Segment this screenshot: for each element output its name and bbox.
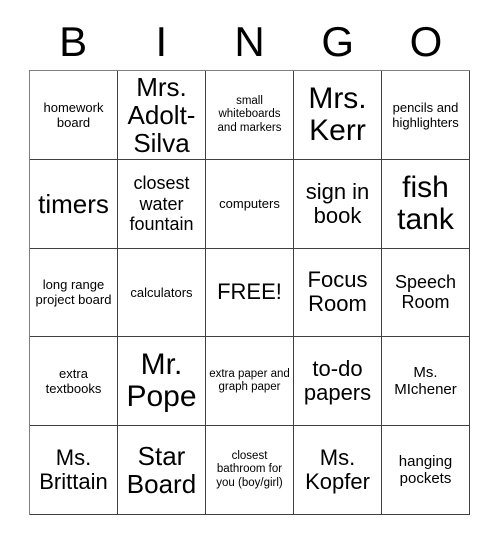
bingo-cell-label: closest bathroom for you (boy/girl) (216, 449, 283, 489)
bingo-cell-free-space[interactable]: FREE! (206, 248, 294, 338)
bingo-cell-r2c3[interactable]: computers (206, 159, 294, 249)
bingo-cell-r3c5[interactable]: Speech Room (382, 248, 470, 338)
bingo-cell-label: hanging pockets (398, 453, 453, 488)
bingo-cell-r2c4[interactable]: sign in book (294, 159, 382, 249)
bingo-cell-label: pencils and highlighters (392, 99, 459, 130)
bingo-cell-label: Mr. Pope (126, 348, 197, 414)
bingo-cell-label: Mrs. Kerr (308, 82, 367, 147)
bingo-cell-label: Ms. Brittain (39, 444, 108, 495)
bingo-cell-label: homework board (43, 99, 104, 130)
bingo-cell-r1c3[interactable]: small whiteboards and markers (206, 71, 294, 160)
bingo-cell-r2c1[interactable]: timers (30, 159, 118, 249)
bingo-cell-label: Mrs. Adolt-Silva (127, 71, 196, 158)
bingo-card: B I N G O homework board Mrs. Adolt-Silv… (0, 0, 500, 544)
bingo-cell-r1c1[interactable]: homework board (30, 71, 118, 160)
bingo-cell-label: Focus Room (307, 267, 368, 317)
bingo-header-letter-i: I (155, 18, 168, 65)
bingo-cell-r2c2[interactable]: closest water fountain (118, 159, 206, 249)
bingo-cell-r5c2[interactable]: Star Board (118, 426, 206, 515)
bingo-cell-r5c4[interactable]: Ms. Kopfer (294, 426, 382, 515)
bingo-cell-label: extra textbooks (45, 366, 102, 397)
bingo-cell-r4c4[interactable]: to-do papers (294, 337, 382, 427)
bingo-header-row: B I N G O (29, 14, 470, 70)
bingo-cell-r4c3[interactable]: extra paper and graph paper (206, 337, 294, 427)
bingo-cell-r4c2[interactable]: Mr. Pope (118, 337, 206, 427)
bingo-cell-label: calculators (130, 284, 193, 300)
bingo-grid: homework board Mrs. Adolt-Silva small wh… (29, 70, 470, 515)
bingo-cell-label: Speech Room (394, 272, 457, 313)
bingo-cell-r4c1[interactable]: extra textbooks (30, 337, 118, 427)
bingo-cell-label: to-do papers (303, 356, 372, 406)
bingo-cell-label: fish tank (397, 170, 454, 236)
bingo-cell-label: Ms. MIchener (394, 364, 457, 399)
bingo-header-letter-g: G (321, 18, 355, 65)
bingo-cell-r1c2[interactable]: Mrs. Adolt-Silva (118, 71, 206, 160)
bingo-cell-label: small whiteboards and markers (217, 94, 282, 134)
bingo-header-letter-o: O (409, 18, 443, 65)
bingo-cell-r3c2[interactable]: calculators (118, 248, 206, 338)
bingo-cell-r1c4[interactable]: Mrs. Kerr (294, 71, 382, 160)
bingo-header-letter-b: B (59, 18, 88, 65)
bingo-header-letter-n: N (234, 18, 265, 65)
bingo-cell-r5c1[interactable]: Ms. Brittain (30, 426, 118, 515)
bingo-cell-r3c1[interactable]: long range project board (30, 248, 118, 338)
bingo-cell-label: Ms. Kopfer (305, 444, 370, 495)
bingo-cell-r5c3[interactable]: closest bathroom for you (boy/girl) (206, 426, 294, 515)
bingo-cell-label: extra paper and graph paper (209, 367, 290, 394)
bingo-cell-r1c5[interactable]: pencils and highlighters (382, 71, 470, 160)
bingo-cell-r3c4[interactable]: Focus Room (294, 248, 382, 338)
bingo-cell-label: sign in book (305, 178, 370, 228)
bingo-cell-label: timers (38, 188, 109, 219)
bingo-free-space-label: FREE! (217, 279, 282, 305)
bingo-cell-label: computers (219, 196, 280, 212)
bingo-cell-label: closest water fountain (129, 173, 194, 234)
bingo-cell-r5c5[interactable]: hanging pockets (382, 426, 470, 515)
bingo-cell-r4c5[interactable]: Ms. MIchener (382, 337, 470, 427)
bingo-cell-r2c5[interactable]: fish tank (382, 159, 470, 249)
bingo-cell-label: long range project board (35, 277, 112, 308)
bingo-cell-label: Star Board (126, 441, 197, 500)
